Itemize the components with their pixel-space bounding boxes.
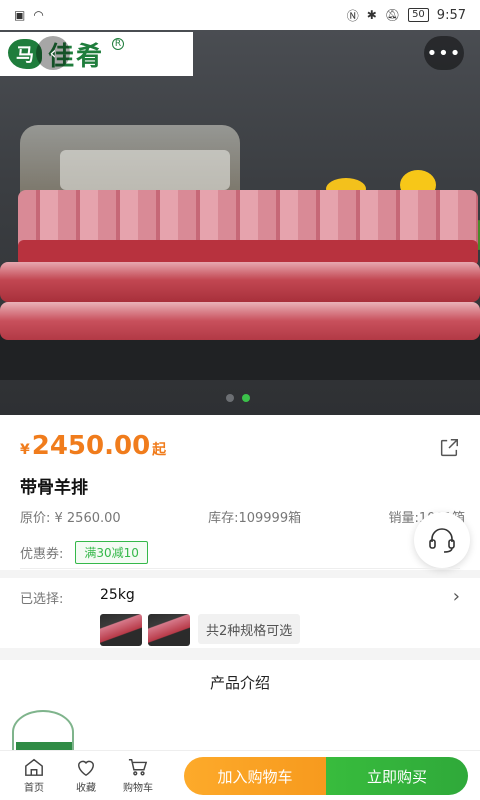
jar-lid-shape — [60, 150, 230, 190]
back-button[interactable]: ‹ — [36, 36, 70, 70]
tab-label: 收藏 — [76, 783, 96, 794]
status-left: ▣ ◠ — [14, 8, 44, 22]
add-to-cart-button[interactable]: 加入购物车 — [184, 757, 326, 795]
coupon-row: 优惠券: 满30减10 — [20, 541, 148, 564]
wifi-icon: ◠ — [33, 8, 44, 22]
heart-icon — [77, 760, 95, 777]
spec-thumbnail[interactable] — [100, 614, 142, 646]
spec-selected-value: 25kg — [100, 587, 135, 603]
more-icon: ••• — [426, 42, 462, 64]
rib-slab — [0, 262, 480, 302]
product-price: 2450.00 — [31, 431, 151, 461]
brand-logo: 马 佳肴 R — [0, 32, 193, 76]
rib-slab — [0, 302, 480, 340]
clock: 9:57 — [436, 7, 466, 23]
tab-label: 首页 — [24, 783, 44, 794]
tab-home[interactable]: 首页 — [8, 757, 60, 794]
coupon-tag[interactable]: 满30减10 — [75, 541, 148, 564]
tab-favorite[interactable]: 收藏 — [60, 757, 112, 794]
spec-selector[interactable]: 已选择: 25kg › 共2种规格可选 — [0, 578, 480, 648]
customer-service-button[interactable] — [414, 512, 470, 568]
tab-cart[interactable]: 购物车 — [112, 757, 164, 794]
price-row: ¥ 2450.00 起 — [20, 431, 166, 461]
product-image-carousel[interactable] — [0, 30, 480, 415]
product-intro-section: 产品介绍 — [0, 660, 480, 754]
share-icon[interactable] — [438, 437, 460, 459]
back-arrow-icon: ‹ — [49, 42, 57, 64]
currency-symbol: ¥ — [20, 442, 30, 458]
chevron-right-icon: › — [452, 586, 460, 607]
product-info-card: ¥ 2450.00 起 带骨羊排 原价: ¥ 2560.00 库存:109999… — [0, 415, 480, 570]
carousel-dot-active[interactable] — [242, 394, 250, 402]
coupon-label: 优惠券: — [20, 547, 64, 562]
status-right: Ⓝ ✱ 🔕︎ 50 9:57 — [347, 7, 466, 24]
bluetooth-icon: ✱ — [366, 8, 377, 22]
carousel-indicators — [226, 394, 250, 402]
bottom-action-bar: 首页 收藏 购物车 加入购物车 立即购买 — [0, 750, 480, 800]
carousel-dot[interactable] — [226, 394, 234, 402]
home-icon — [25, 758, 43, 776]
stock-count: 库存:109999箱 — [208, 511, 302, 526]
registered-mark: R — [112, 38, 125, 50]
more-options-button[interactable]: ••• — [424, 36, 464, 70]
status-bar: ▣ ◠ Ⓝ ✱ 🔕︎ 50 9:57 — [0, 0, 480, 30]
tab-label: 购物车 — [123, 783, 153, 794]
sim-icon: ▣ — [14, 8, 26, 22]
buy-now-button[interactable]: 立即购买 — [326, 757, 468, 795]
intro-title: 产品介绍 — [209, 674, 270, 692]
spec-thumbnail[interactable] — [148, 614, 190, 646]
original-price: 原价: ¥ 2560.00 — [20, 511, 121, 526]
product-detail-page: ▣ ◠ Ⓝ ✱ 🔕︎ 50 9:57 马 佳肴 R ‹ ••• ¥ 2450.0… — [0, 0, 480, 800]
product-title: 带骨羊排 — [20, 478, 88, 498]
product-meta: 原价: ¥ 2560.00 库存:109999箱 销量:1001箱 — [20, 507, 465, 526]
spec-label: 已选择: — [20, 592, 64, 607]
divider — [20, 568, 460, 569]
mute-icon: 🔕︎ — [384, 8, 401, 22]
headset-icon — [429, 528, 455, 553]
nfc-icon: Ⓝ — [346, 8, 359, 23]
spec-count: 共2种规格可选 — [198, 614, 301, 644]
battery-indicator: 50 — [408, 8, 429, 22]
cart-icon — [128, 759, 148, 776]
price-suffix: 起 — [152, 442, 167, 458]
